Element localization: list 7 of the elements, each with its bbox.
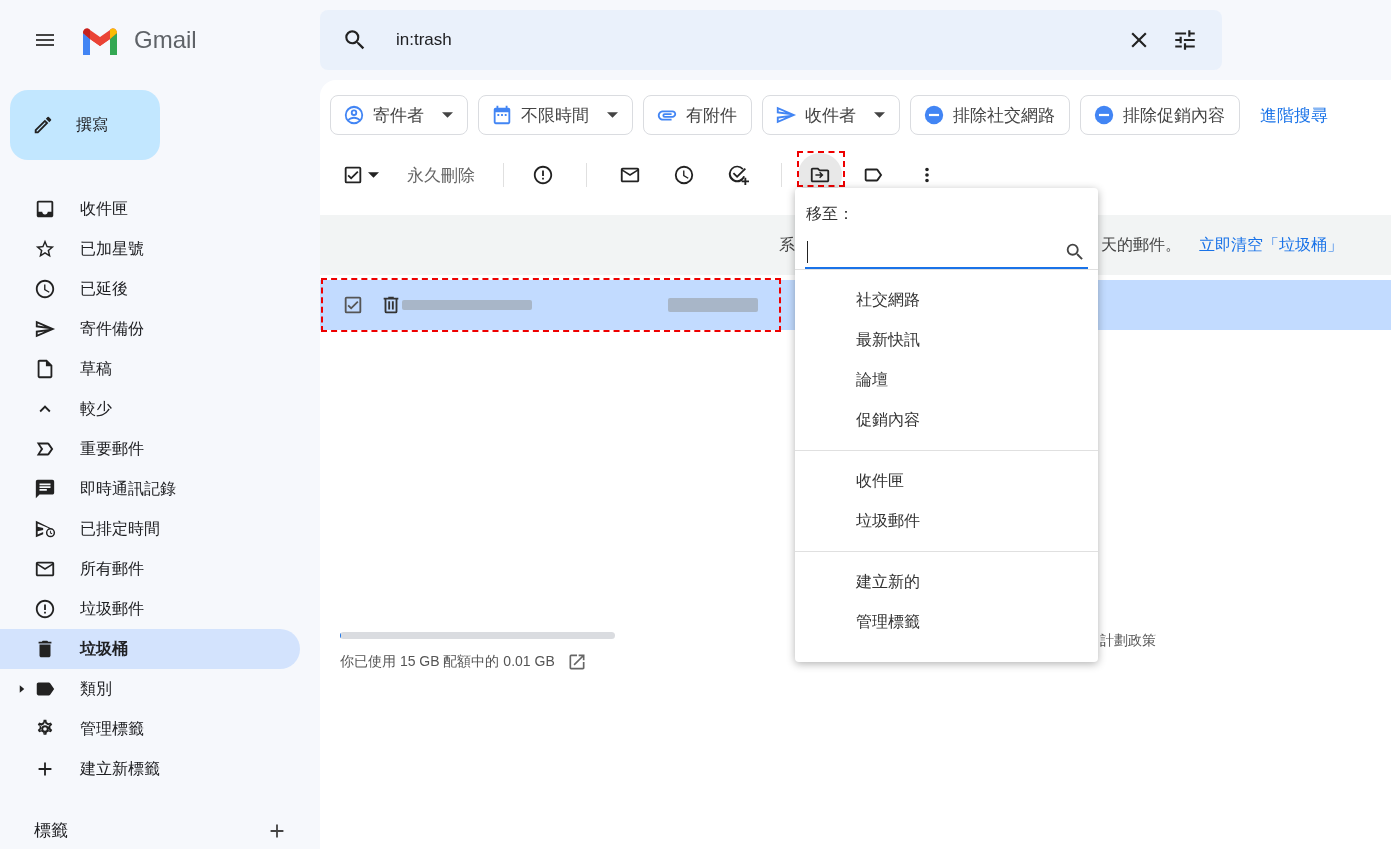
policy-text: 計劃政策 bbox=[1100, 632, 1156, 650]
labels-heading: 標籤 bbox=[34, 820, 68, 842]
storage-text: 你已使用 15 GB 配額中的 0.01 GB bbox=[340, 653, 555, 671]
menu-title: 移至： bbox=[805, 204, 855, 224]
banner-text: 系 bbox=[779, 234, 795, 255]
banner-text: 天的郵件。 bbox=[1101, 234, 1181, 255]
app-name: Gmail bbox=[134, 26, 197, 54]
